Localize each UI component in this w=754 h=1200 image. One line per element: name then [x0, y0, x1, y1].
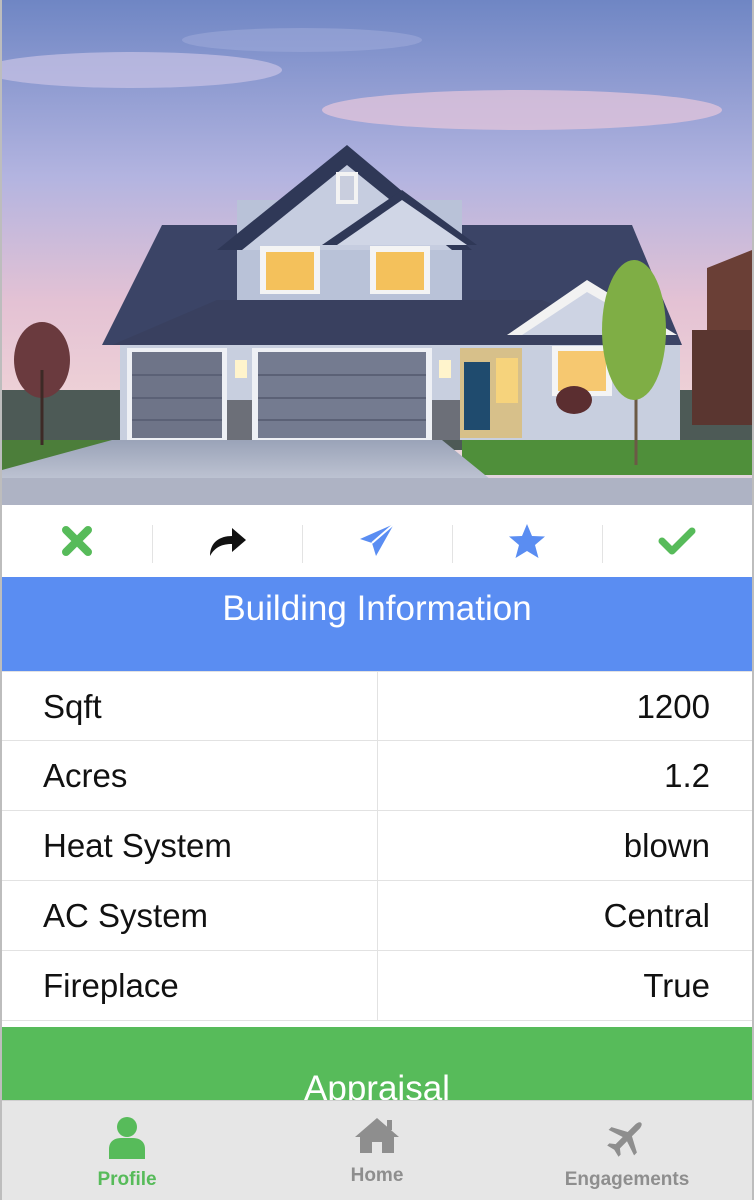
- info-row-heat-system: Heat System blown: [2, 811, 752, 881]
- info-row-sqft: Sqft 1200: [2, 671, 752, 741]
- info-label: Sqft: [2, 672, 378, 740]
- info-label: Acres: [2, 741, 378, 810]
- action-bar: [2, 505, 752, 577]
- info-label: Fireplace: [2, 951, 378, 1020]
- profile-icon: [109, 1117, 145, 1159]
- app-screen: Building Information Sqft 1200 Acres 1.2…: [0, 0, 754, 1200]
- tab-profile[interactable]: Profile: [2, 1101, 252, 1200]
- tab-label: Home: [350, 1165, 404, 1186]
- info-value: blown: [623, 827, 710, 864]
- tab-home[interactable]: Home: [252, 1101, 502, 1200]
- tab-bar: Profile Home Engagements: [2, 1100, 752, 1200]
- info-row-fireplace: Fireplace True: [2, 951, 752, 1021]
- info-row-acres: Acres 1.2: [2, 741, 752, 811]
- property-photo: [2, 0, 752, 505]
- section-header: Building Information: [2, 577, 752, 671]
- info-row-ac-system: AC System Central: [2, 881, 752, 951]
- check-icon: [658, 527, 696, 555]
- info-label: Heat System: [2, 811, 378, 880]
- home-icon: [355, 1118, 399, 1153]
- info-value: True: [643, 967, 710, 1004]
- building-info-table: Sqft 1200 Acres 1.2 Heat System blown AC…: [2, 671, 752, 1021]
- favorite-button[interactable]: [452, 505, 602, 577]
- share-icon: [210, 528, 246, 556]
- info-value: 1.2: [664, 757, 710, 794]
- info-label: AC System: [2, 881, 378, 950]
- section-title: Building Information: [222, 589, 532, 628]
- airplane-icon: [607, 1122, 642, 1157]
- share-button[interactable]: [152, 505, 302, 577]
- tab-engagements[interactable]: Engagements: [502, 1101, 752, 1200]
- info-value: 1200: [636, 688, 710, 725]
- close-icon: [62, 526, 92, 556]
- approve-button[interactable]: [602, 505, 752, 577]
- send-button[interactable]: [302, 505, 452, 577]
- tab-label: Engagements: [564, 1169, 690, 1190]
- tab-label: Profile: [97, 1169, 157, 1190]
- send-icon: [360, 523, 395, 556]
- reject-button[interactable]: [2, 505, 152, 577]
- star-icon: [509, 524, 545, 558]
- info-value: Central: [603, 897, 710, 934]
